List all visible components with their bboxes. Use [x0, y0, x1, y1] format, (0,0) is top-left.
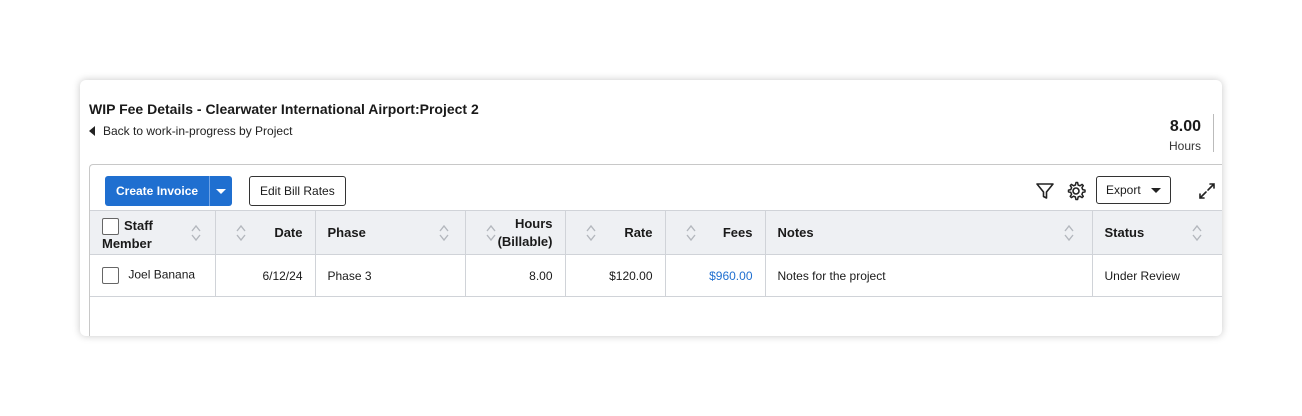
create-invoice-button[interactable]: Create Invoice — [105, 176, 210, 206]
fee-details-table: Staff Member Date Phase Hours (Billable)… — [90, 210, 1222, 297]
table-header-row: Staff Member Date Phase Hours (Billable)… — [90, 210, 1222, 255]
cell-staff-member: Joel Banana — [90, 254, 216, 297]
column-header-status[interactable]: Status — [1092, 210, 1222, 255]
hours-summary-label: Hours — [1168, 139, 1201, 153]
header-staff-line1: Staff — [124, 218, 153, 233]
column-header-date[interactable]: Date — [215, 210, 316, 255]
cell-notes: Notes for the project — [765, 254, 1093, 297]
sort-icon[interactable] — [190, 224, 201, 242]
header-rate-label: Rate — [624, 225, 653, 240]
cell-hours: 8.00 — [465, 254, 566, 297]
edit-bill-rates-button[interactable]: Edit Bill Rates — [249, 176, 346, 206]
sort-icon[interactable] — [585, 224, 596, 242]
header-staff-line2: Member — [102, 236, 152, 251]
create-invoice-dropdown-button[interactable] — [209, 176, 233, 206]
fees-link[interactable]: $960.00 — [709, 269, 752, 283]
column-header-notes[interactable]: Notes — [765, 210, 1093, 255]
filter-icon[interactable] — [1034, 180, 1056, 202]
header-notes-label: Notes — [777, 225, 814, 240]
sort-icon[interactable] — [235, 224, 246, 242]
page-title: WIP Fee Details - Clearwater Internation… — [89, 101, 479, 117]
sort-icon[interactable] — [1191, 224, 1202, 242]
hours-summary-value: 8.00 — [1169, 118, 1201, 135]
cell-rate: $120.00 — [565, 254, 666, 297]
sort-icon[interactable] — [485, 224, 496, 242]
sort-icon[interactable] — [1063, 224, 1074, 242]
cell-fees: $960.00 — [665, 254, 766, 297]
chevron-down-icon — [216, 188, 227, 194]
cell-date: 6/12/24 — [215, 254, 316, 297]
chevron-down-icon — [1151, 187, 1161, 193]
column-header-fees[interactable]: Fees — [665, 210, 766, 255]
sort-icon[interactable] — [685, 224, 696, 242]
header-status-label: Status — [1104, 225, 1145, 240]
header-fees-label: Fees — [722, 225, 753, 240]
back-link[interactable]: Back to work-in-progress by Project — [89, 124, 292, 138]
header-hours-line2: (Billable) — [497, 233, 553, 249]
fee-details-panel: Create Invoice Edit Bill Rates Export St… — [89, 164, 1222, 336]
hours-summary: 8.00 Hours — [1169, 118, 1201, 153]
row-checkbox[interactable] — [102, 267, 119, 284]
column-header-hours-billable[interactable]: Hours (Billable) — [465, 210, 566, 255]
export-label: Export — [1106, 183, 1141, 197]
table-row[interactable]: Joel Banana 6/12/24 Phase 3 8.00 $120.00… — [90, 254, 1222, 297]
column-header-phase[interactable]: Phase — [315, 210, 466, 255]
back-arrow-icon — [89, 126, 95, 136]
export-button[interactable]: Export — [1096, 176, 1171, 204]
sort-icon[interactable] — [438, 224, 449, 242]
header-date-label: Date — [274, 225, 303, 240]
cell-phase: Phase 3 — [315, 254, 466, 297]
header-phase-label: Phase — [327, 225, 366, 240]
summary-divider — [1213, 114, 1214, 152]
column-header-staff-member[interactable]: Staff Member — [90, 210, 216, 255]
wip-fee-details-card: WIP Fee Details - Clearwater Internation… — [80, 80, 1222, 336]
expand-icon[interactable] — [1196, 180, 1218, 202]
gear-icon[interactable] — [1065, 180, 1087, 202]
column-header-rate[interactable]: Rate — [565, 210, 666, 255]
staff-member-name: Joel Banana — [128, 267, 196, 282]
back-link-label: Back to work-in-progress by Project — [103, 124, 293, 138]
cell-status: Under Review — [1092, 254, 1222, 297]
header-hours-line1: Hours — [514, 215, 553, 231]
toolbar: Create Invoice Edit Bill Rates Export — [90, 165, 1222, 210]
create-invoice-split-button: Create Invoice — [105, 176, 233, 206]
